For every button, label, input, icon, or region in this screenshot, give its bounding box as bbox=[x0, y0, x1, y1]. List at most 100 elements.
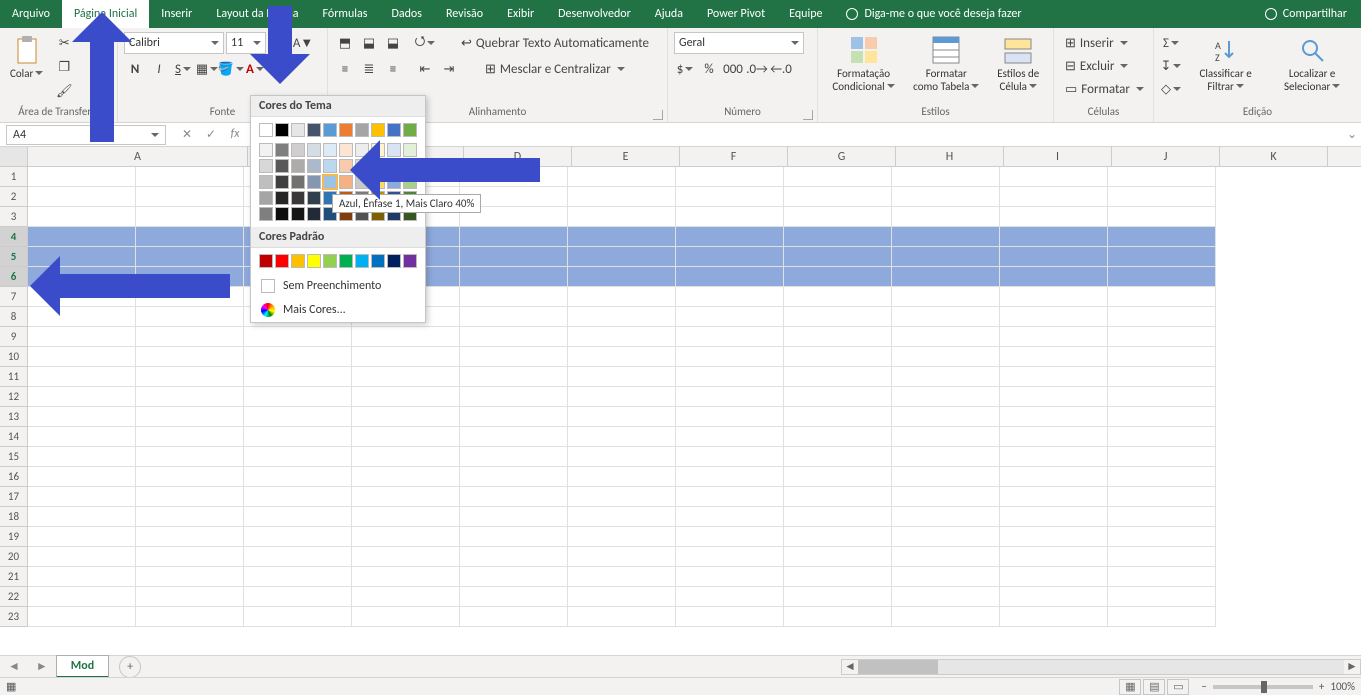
row-header[interactable]: 3 bbox=[0, 207, 28, 227]
cell[interactable] bbox=[568, 327, 676, 347]
cell[interactable] bbox=[460, 467, 568, 487]
color-swatch[interactable] bbox=[291, 207, 305, 221]
cell[interactable] bbox=[568, 207, 676, 227]
cell[interactable] bbox=[892, 267, 1000, 287]
cell[interactable] bbox=[892, 407, 1000, 427]
cell[interactable] bbox=[28, 387, 136, 407]
cell[interactable] bbox=[1108, 327, 1216, 347]
cell[interactable] bbox=[244, 447, 352, 467]
column-header[interactable]: F bbox=[680, 147, 788, 166]
cell[interactable] bbox=[892, 587, 1000, 607]
cell[interactable] bbox=[1000, 467, 1108, 487]
cell[interactable] bbox=[460, 347, 568, 367]
row-header[interactable]: 10 bbox=[0, 347, 28, 367]
cell[interactable] bbox=[136, 367, 244, 387]
cell[interactable] bbox=[244, 327, 352, 347]
cell[interactable] bbox=[352, 547, 460, 567]
row-header[interactable]: 19 bbox=[0, 527, 28, 547]
cell[interactable] bbox=[136, 187, 244, 207]
cell[interactable] bbox=[568, 227, 676, 247]
cell[interactable] bbox=[1108, 287, 1216, 307]
cell[interactable] bbox=[1108, 267, 1216, 287]
cell[interactable] bbox=[892, 507, 1000, 527]
color-swatch[interactable] bbox=[387, 123, 401, 137]
tab-powerpivot[interactable]: Power Pivot bbox=[695, 0, 777, 28]
color-swatch[interactable] bbox=[403, 254, 417, 268]
tab-help[interactable]: Ajuda bbox=[643, 0, 695, 28]
new-sheet-button[interactable]: + bbox=[119, 656, 141, 678]
cell[interactable] bbox=[28, 487, 136, 507]
page-layout-view-button[interactable]: ▤ bbox=[1143, 679, 1165, 695]
cell[interactable] bbox=[352, 527, 460, 547]
cell[interactable] bbox=[568, 427, 676, 447]
cell[interactable] bbox=[244, 567, 352, 587]
cell[interactable] bbox=[460, 327, 568, 347]
cell[interactable] bbox=[136, 207, 244, 227]
cell[interactable] bbox=[892, 547, 1000, 567]
row-header[interactable]: 9 bbox=[0, 327, 28, 347]
cell[interactable] bbox=[460, 307, 568, 327]
color-swatch[interactable] bbox=[275, 191, 289, 205]
align-bottom-button[interactable]: ⬓ bbox=[382, 32, 404, 54]
cell[interactable] bbox=[568, 287, 676, 307]
cell[interactable] bbox=[28, 187, 136, 207]
cell[interactable] bbox=[568, 587, 676, 607]
cell[interactable] bbox=[28, 427, 136, 447]
cell[interactable] bbox=[1000, 307, 1108, 327]
cell[interactable] bbox=[892, 327, 1000, 347]
cell[interactable] bbox=[1000, 607, 1108, 627]
color-swatch[interactable] bbox=[323, 143, 337, 157]
merge-center-button[interactable]: ⊞Mesclar e Centralizar bbox=[478, 58, 632, 80]
prev-sheet-button[interactable]: ◄ bbox=[0, 659, 28, 674]
column-header[interactable]: E bbox=[572, 147, 680, 166]
cell[interactable] bbox=[1000, 187, 1108, 207]
expand-formula-bar-button[interactable]: ⌄ bbox=[1343, 127, 1361, 142]
cell[interactable] bbox=[1108, 607, 1216, 627]
color-swatch[interactable] bbox=[307, 254, 321, 268]
cell[interactable] bbox=[136, 467, 244, 487]
cell[interactable] bbox=[28, 467, 136, 487]
cell[interactable] bbox=[676, 287, 784, 307]
align-top-button[interactable]: ⬒ bbox=[334, 32, 356, 54]
cell[interactable] bbox=[244, 427, 352, 447]
tell-me[interactable]: Diga-me o que você deseja fazer bbox=[834, 0, 1033, 28]
cell[interactable] bbox=[28, 407, 136, 427]
conditional-formatting-button[interactable]: Formatação Condicional bbox=[824, 32, 903, 95]
cell[interactable] bbox=[568, 247, 676, 267]
cell[interactable] bbox=[784, 467, 892, 487]
cell[interactable] bbox=[1000, 327, 1108, 347]
cell[interactable] bbox=[1108, 567, 1216, 587]
horizontal-scrollbar[interactable]: ◄► bbox=[841, 659, 1361, 675]
cell[interactable] bbox=[1000, 267, 1108, 287]
no-fill-item[interactable]: Sem Preenchimento bbox=[251, 274, 425, 298]
cell[interactable] bbox=[784, 567, 892, 587]
cell[interactable] bbox=[460, 487, 568, 507]
cell[interactable] bbox=[244, 407, 352, 427]
cell[interactable] bbox=[676, 607, 784, 627]
cell[interactable] bbox=[784, 347, 892, 367]
paste-button[interactable]: Colar bbox=[6, 32, 47, 83]
cell[interactable] bbox=[460, 547, 568, 567]
record-macro-icon[interactable]: ▦ bbox=[6, 680, 16, 693]
cell[interactable] bbox=[892, 367, 1000, 387]
color-swatch[interactable] bbox=[259, 143, 273, 157]
color-swatch[interactable] bbox=[371, 254, 385, 268]
number-format-combo[interactable]: Geral bbox=[674, 32, 804, 54]
cell[interactable] bbox=[460, 527, 568, 547]
accounting-format-button[interactable]: $ bbox=[674, 58, 696, 80]
row-header[interactable]: 7 bbox=[0, 287, 28, 307]
row-header[interactable]: 13 bbox=[0, 407, 28, 427]
percent-format-button[interactable]: % bbox=[698, 58, 720, 80]
column-header[interactable]: I bbox=[1004, 147, 1112, 166]
cell[interactable] bbox=[136, 407, 244, 427]
page-break-view-button[interactable]: ▭ bbox=[1167, 679, 1189, 695]
cell[interactable] bbox=[568, 487, 676, 507]
cell[interactable] bbox=[784, 307, 892, 327]
row-header[interactable]: 17 bbox=[0, 487, 28, 507]
cell[interactable] bbox=[460, 227, 568, 247]
color-swatch[interactable] bbox=[403, 123, 417, 137]
number-dialog-icon[interactable] bbox=[803, 110, 813, 120]
cell[interactable] bbox=[676, 387, 784, 407]
color-swatch[interactable] bbox=[323, 175, 337, 189]
cell[interactable] bbox=[28, 587, 136, 607]
